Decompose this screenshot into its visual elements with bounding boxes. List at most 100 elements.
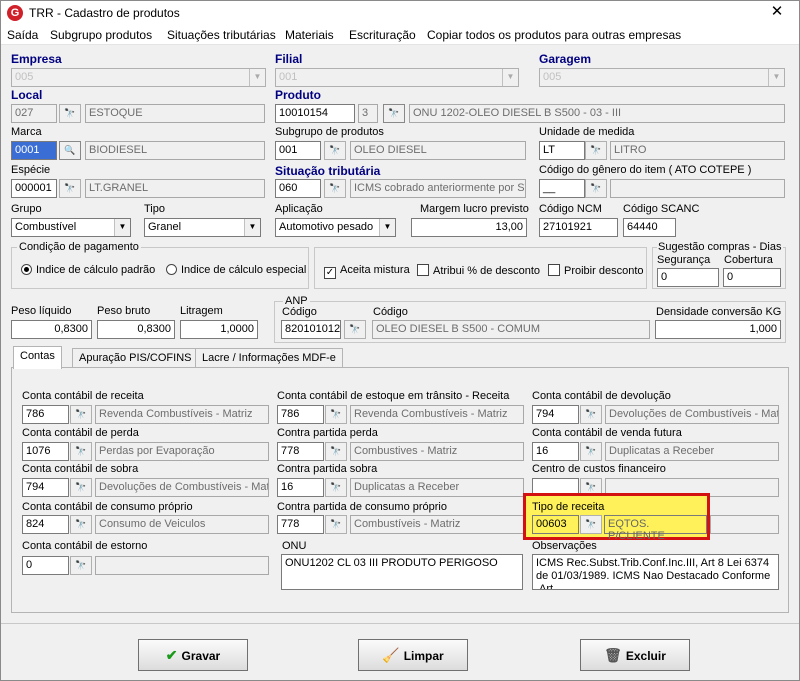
binoculars-icon[interactable]: 🔭: [59, 179, 81, 198]
menu-escrituracao[interactable]: Escrituração: [349, 28, 416, 42]
conta-venda-futura-code[interactable]: 16: [532, 442, 579, 461]
conta-receita-code[interactable]: 786: [22, 405, 69, 424]
binoculars-icon[interactable]: 🔭: [580, 515, 602, 534]
menu-subgrupo-produtos[interactable]: Subgrupo produtos: [50, 28, 152, 42]
seguranca-label: Segurança: [657, 254, 711, 266]
litragem-field[interactable]: 1,0000: [180, 320, 258, 339]
cobertura-field[interactable]: 0: [723, 268, 781, 287]
grupo-select[interactable]: Combustível ▼: [11, 218, 131, 237]
title-bar: G TRR - Cadastro de produtos ✕: [1, 1, 799, 25]
anp-codigo-desc-label: Código: [373, 306, 408, 318]
filial-select[interactable]: 001 ▼: [275, 68, 519, 87]
conta-devolucao-code[interactable]: 794: [532, 405, 579, 424]
densidade-label: Densidade conversão KG: [656, 306, 782, 318]
scanc-field[interactable]: 64440: [623, 218, 676, 237]
excluir-button[interactable]: 🗑 Excluir: [580, 639, 690, 671]
binoculars-icon[interactable]: 🔭: [324, 141, 346, 160]
anp-code-field[interactable]: 820101012: [281, 320, 341, 339]
local-desc-field: ESTOQUE: [85, 104, 265, 123]
radio-indice-especial[interactable]: Indice de cálculo especial: [166, 264, 306, 276]
conta-receita-desc: Revenda Combustíveis - Matriz: [95, 405, 269, 424]
radio-empty-icon: [166, 264, 177, 275]
conta-estorno-code[interactable]: 0: [22, 556, 69, 575]
margem-field[interactable]: 13,00: [411, 218, 527, 237]
conta-perda-code[interactable]: 1076: [22, 442, 69, 461]
binoculars-icon[interactable]: 🔭: [59, 104, 81, 123]
conta-consumo-label: Conta contábil de consumo próprio: [22, 501, 193, 513]
limpar-button[interactable]: 🧹 Limpar: [358, 639, 468, 671]
search-icon[interactable]: 🔍: [59, 141, 81, 160]
subgrupo-code-field[interactable]: 001: [275, 141, 321, 160]
tab-lacre-mdfe[interactable]: Lacre / Informações MDF-e: [195, 348, 343, 368]
marca-code-field[interactable]: 0001: [11, 141, 57, 160]
binoculars-icon[interactable]: 🔭: [70, 515, 92, 534]
tipo-receita-code[interactable]: 00603: [532, 515, 579, 534]
menu-situacoes-tributarias[interactable]: Situações tributárias: [167, 28, 276, 42]
peso-bruto-field[interactable]: 0,8300: [97, 320, 175, 339]
sugestao-label: Sugestão compras - Dias: [657, 241, 783, 253]
chevron-down-icon: ▼: [502, 69, 518, 86]
contra-partida-sobra-code[interactable]: 16: [277, 478, 324, 497]
tab-apuracao-pis-cofins[interactable]: Apuração PIS/COFINS: [72, 348, 199, 368]
codigo-genero-label: Código do gênero do item ( ATO COTEPE ): [539, 164, 752, 176]
proibir-desconto-checkbox[interactable]: Proibir desconto: [548, 264, 644, 277]
peso-liquido-field[interactable]: 0,8300: [11, 320, 92, 339]
situacao-code-field[interactable]: 060: [275, 179, 321, 198]
conta-consumo-code[interactable]: 824: [22, 515, 69, 534]
binoculars-icon[interactable]: 🔭: [70, 442, 92, 461]
close-button[interactable]: ✕: [755, 1, 799, 25]
unidade-code-field[interactable]: LT: [539, 141, 585, 160]
binoculars-icon[interactable]: 🔭: [325, 405, 347, 424]
conta-venda-futura-desc: Duplicatas a Receber: [605, 442, 779, 461]
tab-contas[interactable]: Contas: [13, 346, 62, 369]
menu-materiais[interactable]: Materiais: [285, 28, 334, 42]
binoculars-icon[interactable]: 🔭: [324, 179, 346, 198]
binoculars-icon[interactable]: 🔭: [585, 179, 607, 198]
onu-memo[interactable]: ONU1202 CL 03 III PRODUTO PERIGOSO: [281, 554, 523, 590]
subgrupo-label: Subgrupo de produtos: [275, 126, 384, 138]
binoculars-icon[interactable]: 🔭: [383, 104, 405, 123]
menu-saida[interactable]: Saída: [7, 28, 38, 42]
produto-seq-field: 3: [358, 104, 378, 123]
binoculars-icon[interactable]: 🔭: [325, 478, 347, 497]
garagem-select[interactable]: 005 ▼: [539, 68, 785, 87]
contra-partida-perda-desc: Combustives - Matriz: [350, 442, 524, 461]
binoculars-icon[interactable]: 🔭: [70, 556, 92, 575]
produto-code-field[interactable]: 10010154: [275, 104, 355, 123]
aceita-mistura-checkbox[interactable]: ✓ Aceita mistura: [324, 264, 410, 279]
contra-partida-consumo-code[interactable]: 778: [277, 515, 324, 534]
conta-consumo-desc: Consumo de Veiculos: [95, 515, 269, 534]
observacoes-memo[interactable]: ICMS Rec.Subst.Trib.Conf.Inc.III, Art 8 …: [532, 554, 779, 590]
contra-partida-perda-code[interactable]: 778: [277, 442, 324, 461]
unidade-label: Unidade de medida: [539, 126, 635, 138]
seguranca-field[interactable]: 0: [657, 268, 719, 287]
ncm-field[interactable]: 27101921: [539, 218, 618, 237]
especie-code-field[interactable]: 000001: [11, 179, 57, 198]
binoculars-icon[interactable]: 🔭: [580, 405, 602, 424]
aplicacao-select[interactable]: Automotivo pesado ▼: [275, 218, 396, 237]
binoculars-icon[interactable]: 🔭: [325, 442, 347, 461]
binoculars-icon[interactable]: 🔭: [580, 442, 602, 461]
atribui-desconto-checkbox[interactable]: Atribui % de desconto: [417, 264, 540, 277]
codigo-genero-field[interactable]: __: [539, 179, 585, 198]
situacao-desc-field: ICMS cobrado anteriormente por ST: [350, 179, 526, 198]
conta-sobra-code[interactable]: 794: [22, 478, 69, 497]
binoculars-icon[interactable]: 🔭: [325, 515, 347, 534]
empresa-select[interactable]: 005 ▼: [11, 68, 266, 87]
binoculars-icon[interactable]: 🔭: [70, 478, 92, 497]
binoculars-icon[interactable]: 🔭: [585, 141, 607, 160]
conta-estoque-transito-code[interactable]: 786: [277, 405, 324, 424]
binoculars-icon[interactable]: 🔭: [70, 405, 92, 424]
radio-indice-padrao[interactable]: Indice de cálculo padrão: [21, 264, 155, 276]
anp-codigo-label: Código: [282, 306, 317, 318]
menu-copiar-produtos[interactable]: Copiar todos os produtos para outras emp…: [427, 28, 681, 42]
local-code-field[interactable]: 027: [11, 104, 57, 123]
tipo-receita-label: Tipo de receita: [532, 501, 605, 513]
binoculars-icon[interactable]: 🔭: [344, 320, 366, 339]
local-label: Local: [11, 88, 43, 102]
gravar-button[interactable]: ✔ Gravar: [138, 639, 248, 671]
unidade-desc-field: LITRO: [610, 141, 785, 160]
densidade-field[interactable]: 1,000: [655, 320, 781, 339]
chevron-down-icon: ▼: [114, 219, 130, 236]
tipo-select[interactable]: Granel ▼: [144, 218, 261, 237]
